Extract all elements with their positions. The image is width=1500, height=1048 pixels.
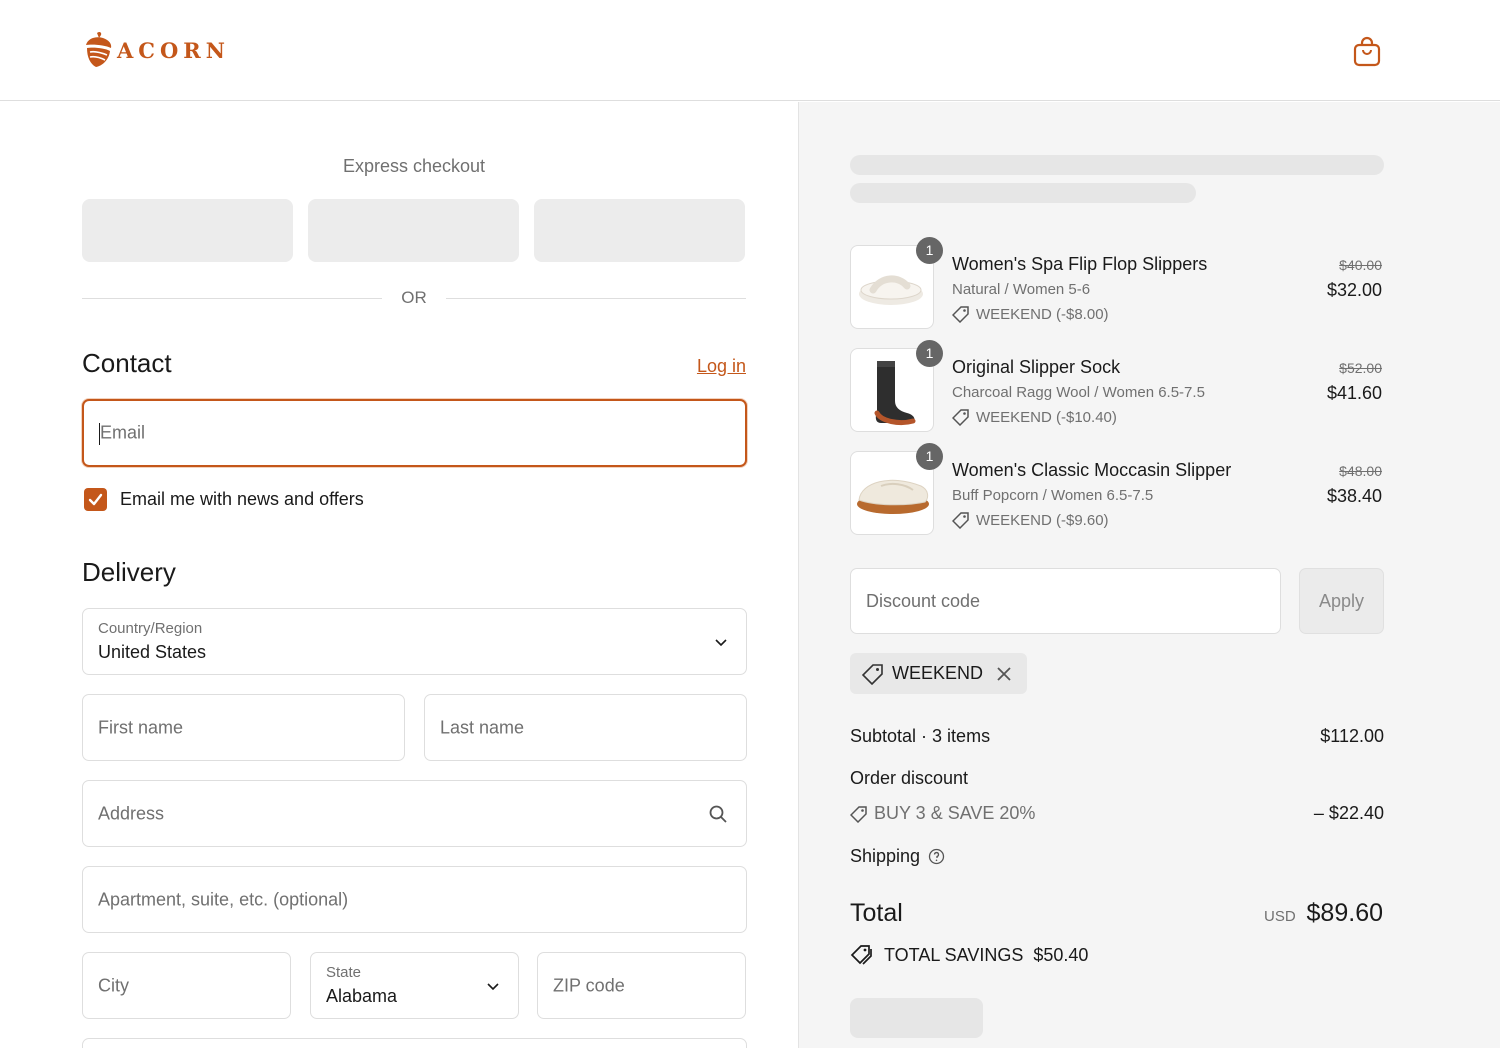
checkout-form: Express checkout OR Contact Log in Email… [0, 102, 798, 1048]
savings-label: TOTAL SAVINGS [884, 944, 1024, 965]
tag-icon [952, 306, 969, 323]
last-name-placeholder: Last name [440, 717, 525, 737]
contact-heading: Contact [82, 348, 172, 378]
search-icon [709, 805, 727, 823]
product-variant: Natural / Women 5-6 [952, 281, 1091, 298]
tag-icon [952, 512, 969, 529]
newsletter-label: Email me with news and offers [120, 489, 364, 509]
discount-text: WEEKEND (-$8.00) [976, 305, 1109, 323]
express-pay-button-2[interactable] [308, 199, 519, 262]
state-select[interactable]: State Alabama [310, 952, 519, 1019]
address-placeholder: Address [98, 803, 165, 823]
order-discount-row: Order discount [850, 768, 1384, 789]
shipping-label: Shipping [850, 846, 921, 866]
city-field[interactable]: City [82, 952, 291, 1019]
product-name: Women's Spa Flip Flop Slippers [952, 254, 1208, 274]
discount-placeholder: Discount code [866, 591, 981, 611]
subtotal-row: Subtotal · 3 items $112.00 [850, 726, 1384, 747]
shipping-row: Shipping [850, 846, 1384, 867]
sale-price: $32.00 [1326, 280, 1382, 300]
chevron-down-icon [487, 982, 499, 990]
currency-code: USD [1264, 908, 1296, 925]
country-label: Country/Region [98, 620, 203, 637]
sale-price: $41.60 [1326, 383, 1382, 403]
total-value: $89.60 [1306, 899, 1383, 927]
loading-placeholder [850, 155, 1384, 175]
original-price: $40.00 [1339, 257, 1382, 273]
tag-icon [952, 409, 969, 426]
order-summary: 1 Women's Spa Flip Flop Slippers Natural… [798, 102, 1500, 1048]
product-discount: WEEKEND (-$8.00) [952, 305, 1109, 323]
state-value: Alabama [326, 986, 398, 1006]
quantity-badge: 1 [916, 340, 943, 367]
tag-icon [862, 663, 883, 685]
discount-text: WEEKEND (-$9.60) [976, 511, 1109, 529]
applied-code: WEEKEND [892, 663, 984, 683]
login-link[interactable]: Log in [640, 356, 746, 377]
express-pay-button-1[interactable] [82, 199, 293, 262]
city-placeholder: City [98, 975, 129, 995]
apartment-placeholder: Apartment, suite, etc. (optional) [98, 889, 349, 909]
savings-value: $50.40 [1033, 944, 1089, 965]
order-discount-name: BUY 3 & SAVE 20% [874, 803, 1036, 823]
zip-field[interactable]: ZIP code [537, 952, 746, 1019]
last-name-field[interactable]: Last name [424, 694, 747, 761]
phone-field[interactable] [82, 1038, 747, 1048]
close-icon[interactable] [995, 665, 1013, 683]
total-label: Total [850, 899, 903, 927]
apply-button[interactable]: Apply [1299, 568, 1384, 634]
country-value: United States [98, 642, 207, 662]
first-name-placeholder: First name [98, 717, 184, 737]
brand-name: ACORN [117, 37, 230, 63]
email-field[interactable]: Email [82, 399, 747, 467]
tags-icon [850, 945, 872, 965]
original-price: $52.00 [1339, 360, 1382, 376]
product-name: Women's Classic Moccasin Slipper [952, 460, 1232, 480]
shopping-bag-icon[interactable] [1350, 35, 1384, 69]
help-icon[interactable] [928, 848, 945, 865]
zip-placeholder: ZIP code [553, 975, 625, 995]
country-select[interactable]: Country/Region United States [82, 608, 747, 675]
apartment-field[interactable]: Apartment, suite, etc. (optional) [82, 866, 747, 933]
tag-icon [850, 805, 867, 823]
subtotal-value: $112.00 [1320, 726, 1384, 746]
express-pay-button-3[interactable] [534, 199, 745, 262]
loading-placeholder [850, 183, 1196, 203]
address-field[interactable]: Address [82, 780, 747, 847]
discount-text: WEEKEND (-$10.40) [976, 408, 1117, 426]
header: ACORN [0, 0, 1500, 101]
loading-placeholder [850, 998, 983, 1038]
order-discount-label: Order discount [850, 768, 969, 788]
quantity-badge: 1 [916, 237, 943, 264]
divider [446, 298, 746, 299]
product-variant: Charcoal Ragg Wool / Women 6.5-7.5 [952, 384, 1205, 401]
discount-code-input[interactable]: Discount code [850, 568, 1281, 634]
acorn-logo[interactable]: ACORN [83, 30, 230, 70]
subtotal-label: Subtotal · 3 items [850, 726, 991, 746]
original-price: $48.00 [1339, 463, 1382, 479]
acorn-icon [86, 31, 112, 67]
sale-price: $38.40 [1326, 486, 1382, 506]
delivery-heading: Delivery [82, 557, 176, 587]
product-name: Original Slipper Sock [952, 357, 1121, 377]
checkmark-icon [88, 493, 103, 506]
chevron-down-icon [715, 638, 727, 646]
applied-discount-chip: WEEKEND [850, 653, 1027, 694]
newsletter-checkbox[interactable] [84, 488, 107, 511]
product-discount: WEEKEND (-$9.60) [952, 511, 1109, 529]
product-variant: Buff Popcorn / Women 6.5-7.5 [952, 487, 1154, 504]
express-checkout-title: Express checkout [342, 156, 486, 176]
order-discount-value: – $22.40 [1313, 803, 1384, 823]
product-discount: WEEKEND (-$10.40) [952, 408, 1117, 426]
state-label: State [326, 964, 362, 981]
order-discount-detail: BUY 3 & SAVE 20% – $22.40 [850, 803, 1384, 824]
first-name-field[interactable]: First name [82, 694, 405, 761]
total-savings: TOTAL SAVINGS $50.40 [850, 944, 1088, 966]
email-placeholder: Email [100, 422, 146, 443]
quantity-badge: 1 [916, 443, 943, 470]
